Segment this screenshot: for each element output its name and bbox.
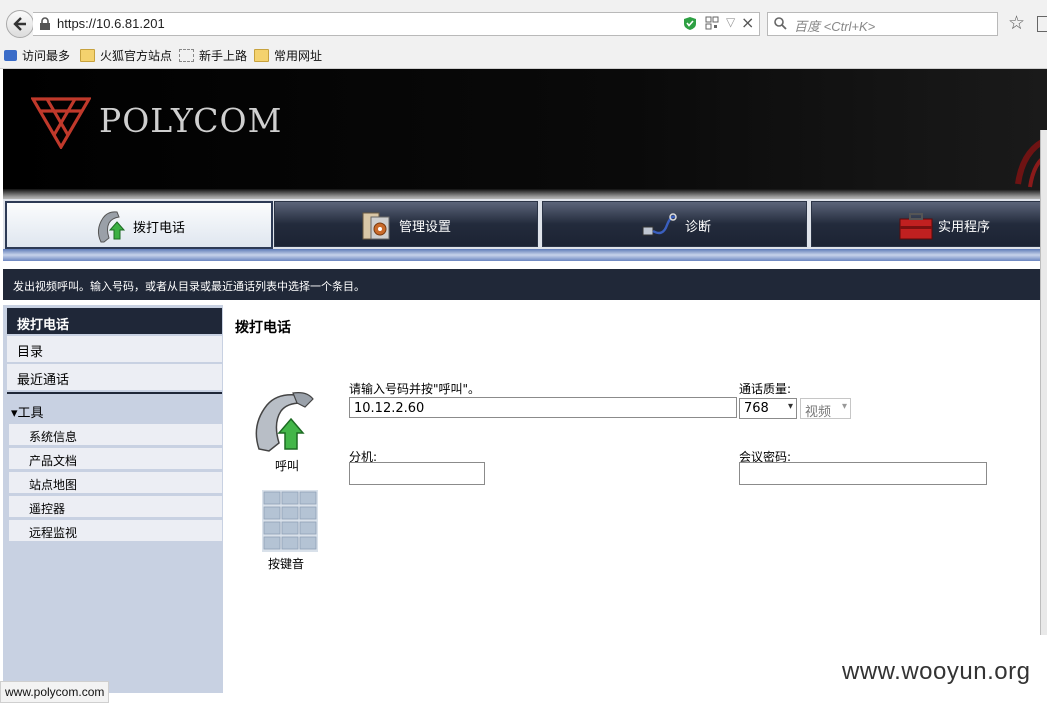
bookmark-star-icon[interactable]: ☆ <box>1008 12 1025 34</box>
number-label: 请输入号码并按"呼叫"。 <box>349 382 481 396</box>
watermark: www.wooyun.org <box>842 658 1031 685</box>
sidebar: 拨打电话 目录 最近通话 ▾工具 系统信息 产品文档 站点地图 遥控器 远程监视 <box>3 305 223 693</box>
dropdown-arrow-icon[interactable]: ▽ <box>726 15 735 29</box>
tab-label: 实用程序 <box>938 220 991 235</box>
page-description-bar: 发出视频呼叫。输入号码，或者从目录或最近通话列表中选择一个条目。 <box>3 269 1047 300</box>
chevron-down-icon: ▾ <box>841 401 847 412</box>
lock-icon <box>40 17 50 30</box>
tab-label: 诊断 <box>685 220 712 235</box>
sidebar-item-label: 遥控器 <box>29 502 66 516</box>
address-bar[interactable]: https://10.6.81.201 ▽ × <box>33 12 760 36</box>
call-button[interactable] <box>253 389 321 453</box>
nav-stripe <box>3 249 1047 261</box>
folder-icon <box>254 48 269 62</box>
page-title: 拨打电话 <box>235 320 291 336</box>
chevron-down-icon: ▾ <box>787 401 793 412</box>
library-icon[interactable] <box>1037 16 1047 32</box>
diagnostics-icon <box>642 213 677 236</box>
tab-utilities[interactable]: 实用程序 <box>811 201 1047 247</box>
phone-call-icon <box>255 392 314 452</box>
sidebar-item-site-map[interactable]: 站点地图 <box>9 472 222 496</box>
sidebar-divider <box>7 392 222 394</box>
status-bar-url: www.polycom.com <box>0 681 110 703</box>
sidebar-tools-toggle[interactable]: ▾工具 <box>7 397 222 423</box>
bookmark-label: 访问最多 <box>22 48 71 63</box>
most-visited-icon <box>4 49 17 61</box>
tab-place-call[interactable]: 拨打电话 <box>5 201 273 249</box>
stop-icon[interactable]: × <box>741 13 754 32</box>
polycom-logo-icon <box>31 97 91 149</box>
search-icon <box>774 17 787 30</box>
bookmark-getting-started[interactable]: 新手上路 <box>179 46 247 64</box>
sidebar-item-product-docs[interactable]: 产品文档 <box>9 448 222 472</box>
toolbox-icon <box>899 213 933 240</box>
sidebar-item-label: 最近通话 <box>17 373 70 388</box>
quality-select[interactable]: 768 ▾ <box>739 398 797 419</box>
tab-diagnostics[interactable]: 诊断 <box>542 201 807 247</box>
number-input[interactable]: 10.12.2.60 <box>349 397 737 418</box>
shield-icon[interactable] <box>683 16 697 31</box>
quality-select-value: 768 <box>744 401 769 416</box>
password-input[interactable] <box>739 462 987 485</box>
back-button[interactable] <box>6 10 34 38</box>
keypad-label[interactable]: 按键音 <box>268 555 304 572</box>
sidebar-header[interactable]: 拨打电话 <box>7 308 222 334</box>
phone-call-icon <box>97 211 126 243</box>
sidebar-item-label: 远程监视 <box>29 526 78 540</box>
dashed-page-icon <box>179 48 194 62</box>
tab-label: 拨打电话 <box>133 221 186 236</box>
sidebar-item-system-info[interactable]: 系统信息 <box>9 424 222 448</box>
quality-label: 通话质量: <box>739 382 792 396</box>
browser-toolbar: https://10.6.81.201 ▽ × 百度 <Ctrl+K> ☆ 访问… <box>0 0 1047 69</box>
folder-icon <box>80 48 95 62</box>
sidebar-item-recent-calls[interactable]: 最近通话 <box>7 364 222 392</box>
sidebar-item-label: 站点地图 <box>29 478 78 492</box>
tab-label: 管理设置 <box>399 220 452 235</box>
bookmark-label: 火狐官方站点 <box>100 48 173 63</box>
search-bar[interactable]: 百度 <Ctrl+K> <box>767 12 998 36</box>
sidebar-header-label: 拨打电话 <box>17 318 70 333</box>
bookmark-most-visited[interactable]: 访问最多 <box>4 46 70 64</box>
sidebar-item-label: 系统信息 <box>29 430 78 444</box>
back-arrow-icon <box>13 17 26 31</box>
admin-settings-icon <box>362 212 390 240</box>
bookmark-common-sites[interactable]: 常用网址 <box>254 46 322 64</box>
search-placeholder: 百度 <Ctrl+K> <box>794 19 876 34</box>
sidebar-tools-label: ▾工具 <box>11 406 44 421</box>
extension-input[interactable] <box>349 462 485 485</box>
qr-code-icon[interactable] <box>705 16 719 30</box>
main-nav: 拨打电话 管理设置 诊断 实用程序 <box>3 199 1047 249</box>
bookmark-label: 常用网址 <box>274 48 323 63</box>
call-type-select[interactable]: 视频 ▾ <box>800 398 851 420</box>
bookmark-firefox-site[interactable]: 火狐官方站点 <box>80 46 172 64</box>
sidebar-item-remote-monitoring[interactable]: 远程监视 <box>9 520 222 544</box>
call-label[interactable]: 呼叫 <box>275 457 299 474</box>
sidebar-item-label: 产品文档 <box>29 454 78 468</box>
scrollbar[interactable] <box>1040 130 1047 635</box>
sidebar-item-remote-control[interactable]: 遥控器 <box>9 496 222 520</box>
sidebar-item-label: 目录 <box>17 345 44 360</box>
bookmark-label: 新手上路 <box>199 48 248 63</box>
keypad-icon[interactable] <box>262 490 318 552</box>
url-text[interactable]: https://10.6.81.201 <box>57 16 165 31</box>
page-description: 发出视频呼叫。输入号码，或者从目录或最近通话列表中选择一个条目。 <box>13 280 365 293</box>
call-type-value: 视频 <box>805 405 832 420</box>
header-banner: POLYCOM <box>3 69 1047 203</box>
tab-admin-settings[interactable]: 管理设置 <box>274 201 538 247</box>
polycom-logo-text: POLYCOM <box>99 101 283 140</box>
sidebar-item-directory[interactable]: 目录 <box>7 336 222 364</box>
